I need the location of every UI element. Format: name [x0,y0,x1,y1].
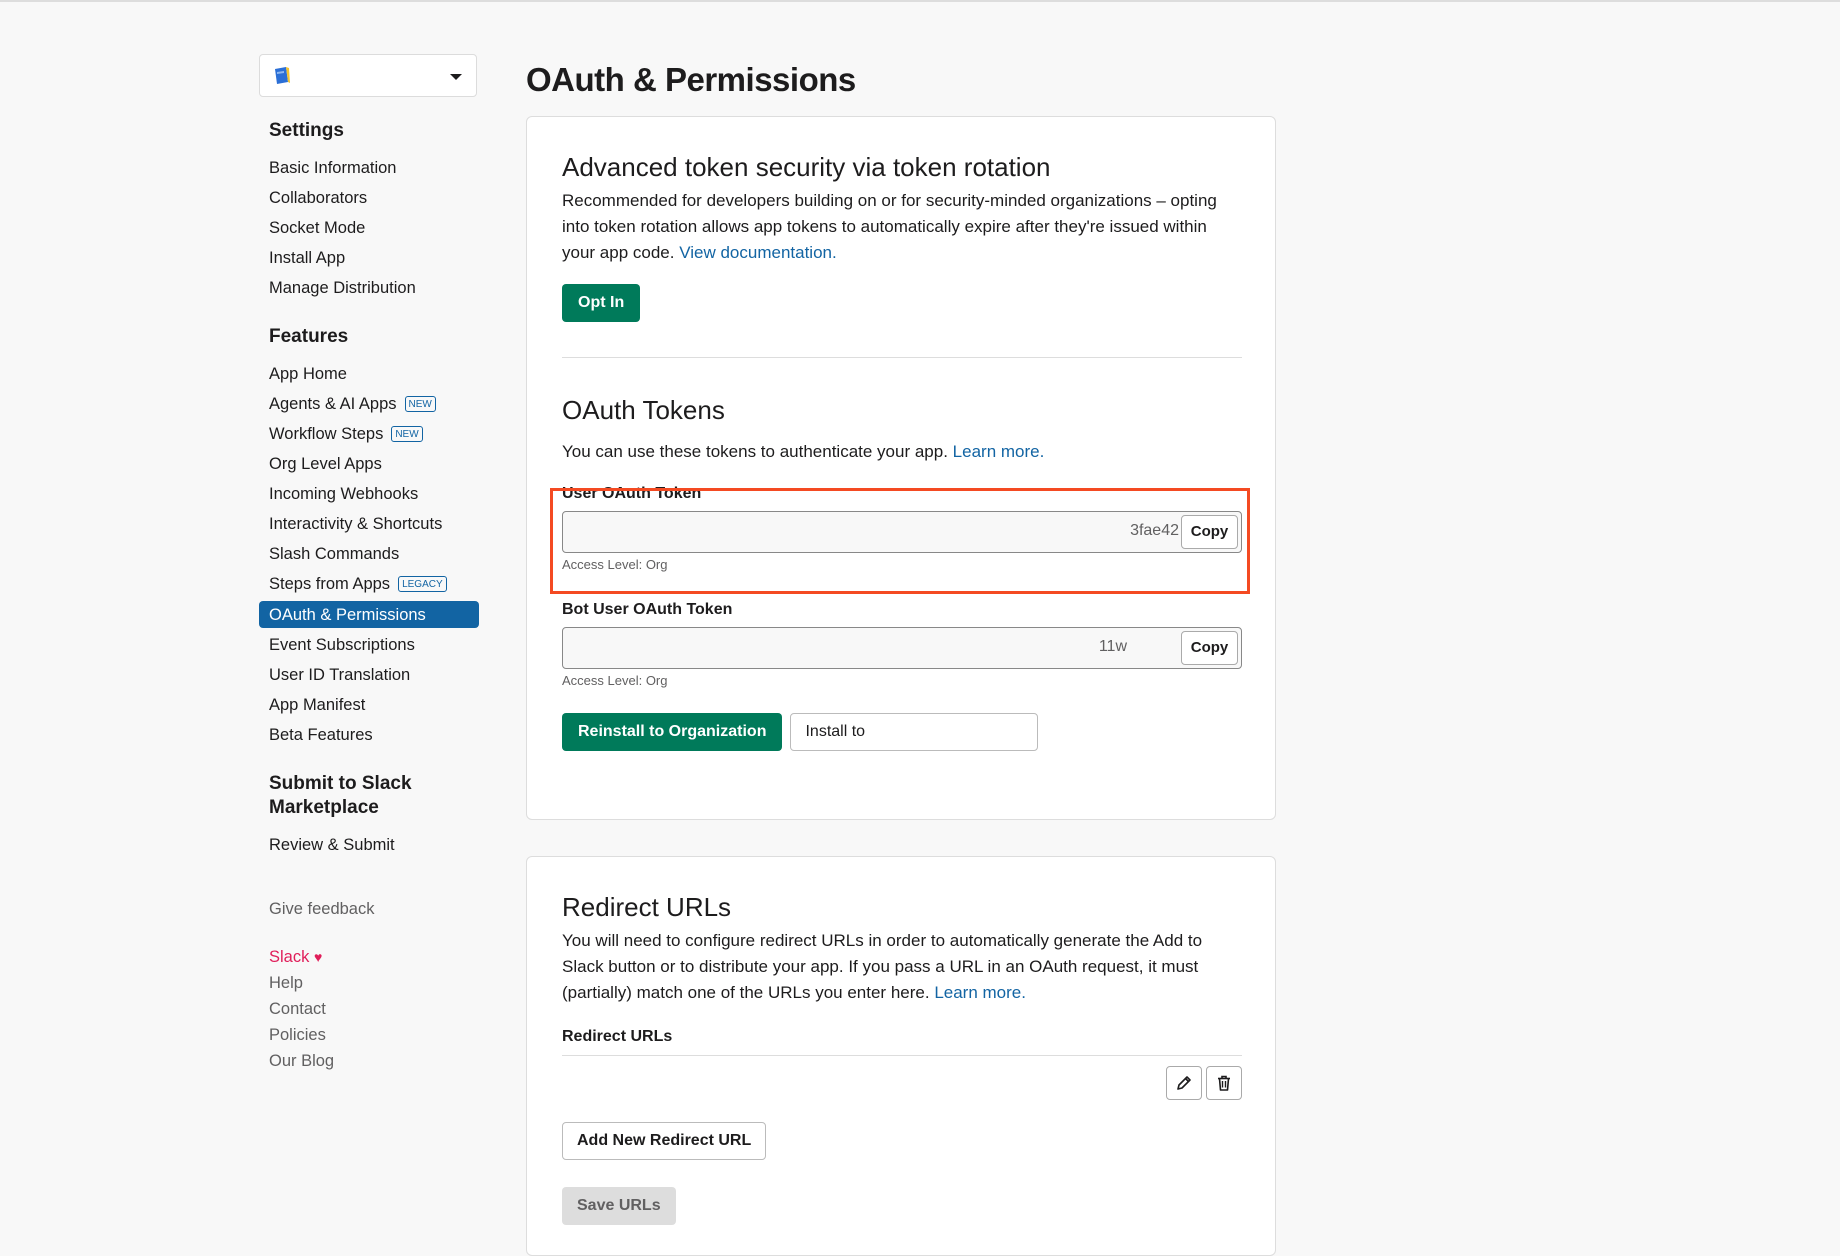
redirect-list-divider [562,1055,1242,1056]
nav-section-title-features: Features [269,326,349,347]
sidebar-item-label: Basic Information [269,159,397,177]
redirect-urls-heading: Redirect URLs [562,892,732,922]
sidebar-item-org-level-apps[interactable]: Org Level Apps [259,449,479,479]
sidebar-item-workflow-steps[interactable]: Workflow Steps NEW [259,419,479,449]
give-feedback-link[interactable]: Give feedback [259,896,479,922]
sidebar-item-slash-commands[interactable]: Slash Commands [259,539,479,569]
heart-icon: ♥ [313,949,323,965]
slack-link[interactable]: Slack ♥ [259,944,479,970]
chevron-down-icon [450,74,462,80]
sidebar-item-label: Review & Submit [269,836,395,854]
sidebar-item-label: Install App [269,249,346,267]
sidebar-item-event-subscriptions[interactable]: Event Subscriptions [259,630,479,660]
oauth-tokens-body: You can use these tokens to authenticate… [562,442,948,461]
page-title: OAuth & Permissions [526,61,856,98]
sidebar-item-label: OAuth & Permissions [269,605,426,624]
redirect-row-actions [562,1066,1242,1100]
sidebar-item-label: Beta Features [269,726,373,744]
sidebar-item-label: Steps from Apps [269,575,391,593]
pencil-icon [1177,1076,1191,1090]
oauth-card: Advanced token security via token rotati… [526,116,1276,820]
user-token-highlight-box [550,488,1250,594]
sidebar-item-review-and-submit[interactable]: Review & Submit [259,830,479,860]
trash-icon [1218,1075,1230,1091]
view-documentation-link[interactable]: View documentation. [679,243,837,262]
sidebar-item-app-home[interactable]: App Home [259,359,479,389]
sidebar-item-label: Slash Commands [269,545,400,563]
sidebar-item-steps-from-apps[interactable]: Steps from Apps LEGACY [259,569,479,599]
delete-redirect-button[interactable] [1206,1066,1242,1100]
app-book-icon [275,67,290,84]
bot-oauth-token-label: Bot User OAuth Token [562,601,733,618]
add-new-redirect-url-button[interactable]: Add New Redirect URL [562,1122,767,1160]
app-selector[interactable] [259,54,477,97]
sidebar-item-user-id-translation[interactable]: User ID Translation [259,660,479,690]
section-divider [562,357,1242,358]
sidebar-item-socket-mode[interactable]: Socket Mode [259,213,479,243]
sidebar-item-label: Manage Distribution [269,279,416,297]
oauth-learn-more-link[interactable]: Learn more. [953,442,1045,461]
redirect-urls-body: You will need to configure redirect URLs… [562,931,1203,1002]
sidebar-item-agents-and-ai-apps[interactable]: Agents & AI Apps NEW [259,389,479,419]
sidebar-item-basic-information[interactable]: Basic Information [259,153,479,183]
oauth-tokens-description: You can use these tokens to authenticate… [562,439,1240,465]
sidebar-item-beta-features[interactable]: Beta Features [259,720,479,750]
sidebar-item-label: Socket Mode [269,219,366,237]
contact-link[interactable]: Contact [259,996,479,1022]
sidebar-item-label: Org Level Apps [269,455,382,473]
token-rotation-body: Recommended for developers building on o… [562,191,1217,262]
sidebar-item-collaborators[interactable]: Collaborators [259,183,479,213]
policies-link[interactable]: Policies [259,1022,479,1048]
sidebar-item-label: Event Subscriptions [269,636,415,654]
bot-oauth-token-group: Bot User OAuth Token 11w Copy Access Lev… [562,599,1242,689]
sidebar-item-incoming-webhooks[interactable]: Incoming Webhooks [259,479,479,509]
sidebar: Settings Basic Information Collaborators So… [259,54,479,1074]
badge-legacy: LEGACY [398,576,447,592]
oauth-tokens-heading: OAuth Tokens [562,395,725,425]
bot-oauth-token-value: 11w [1098,638,1127,655]
nav-section-title-submit-to-slack-marketplace: Submit to Slack Marketplace [269,773,412,818]
redirect-learn-more-link[interactable]: Learn more. [934,983,1026,1002]
nav-section-title-settings: Settings [269,120,344,141]
redirect-urls-list-label: Redirect URLs [562,1028,673,1045]
save-urls-button[interactable]: Save URLs [562,1187,676,1225]
top-border [0,0,1840,2]
sidebar-item-install-app[interactable]: Install App [259,243,479,273]
slack-link-label: Slack [269,948,310,966]
badge-new: NEW [404,396,436,412]
redirect-urls-card: Redirect URLs You will need to configure… [526,856,1276,1256]
bot-oauth-token-input[interactable]: 11w Copy [562,627,1242,669]
footer-links: Slack ♥ Help Contact Policies Our Blog [259,944,479,1074]
sidebar-item-app-manifest[interactable]: App Manifest [259,690,479,720]
sidebar-item-manage-distribution[interactable]: Manage Distribution [259,273,479,303]
sidebar-item-label: App Manifest [269,696,366,714]
opt-in-button[interactable]: Opt In [562,284,641,322]
edit-redirect-button[interactable] [1166,1066,1202,1100]
sidebar-item-label: Collaborators [269,189,368,207]
sidebar-item-label: User ID Translation [269,666,411,684]
main-content: OAuth & Permissions Advanced token secur… [526,54,1276,1256]
sidebar-item-label: Incoming Webhooks [269,485,419,503]
sidebar-item-label: Agents & AI Apps [269,395,397,413]
redirect-urls-description: You will need to configure redirect URLs… [562,928,1242,1006]
help-link[interactable]: Help [259,970,479,996]
copy-bot-token-button[interactable]: Copy [1181,631,1238,665]
sidebar-item-label: App Home [269,365,347,383]
reinstall-to-organization-button[interactable]: Reinstall to Organization [562,713,783,751]
feedback-area: Give feedback [259,896,479,922]
sidebar-item-label: Workflow Steps [269,425,384,443]
token-rotation-heading: Advanced token security via token rotati… [562,152,1051,182]
sidebar-item-label: Interactivity & Shortcuts [269,515,443,533]
install-to-button[interactable]: Install to [790,713,1039,751]
token-rotation-description: Recommended for developers building on o… [562,188,1242,266]
sidebar-item-interactivity-and-shortcuts[interactable]: Interactivity & Shortcuts [259,509,479,539]
our-blog-link[interactable]: Our Blog [259,1048,479,1074]
badge-new: NEW [391,426,423,442]
bot-token-access-level: Access Level: Org [562,673,668,688]
sidebar-item-oauth-and-permissions[interactable]: OAuth & Permissions [259,601,479,628]
install-buttons: Reinstall to Organization Install to [562,713,1240,751]
